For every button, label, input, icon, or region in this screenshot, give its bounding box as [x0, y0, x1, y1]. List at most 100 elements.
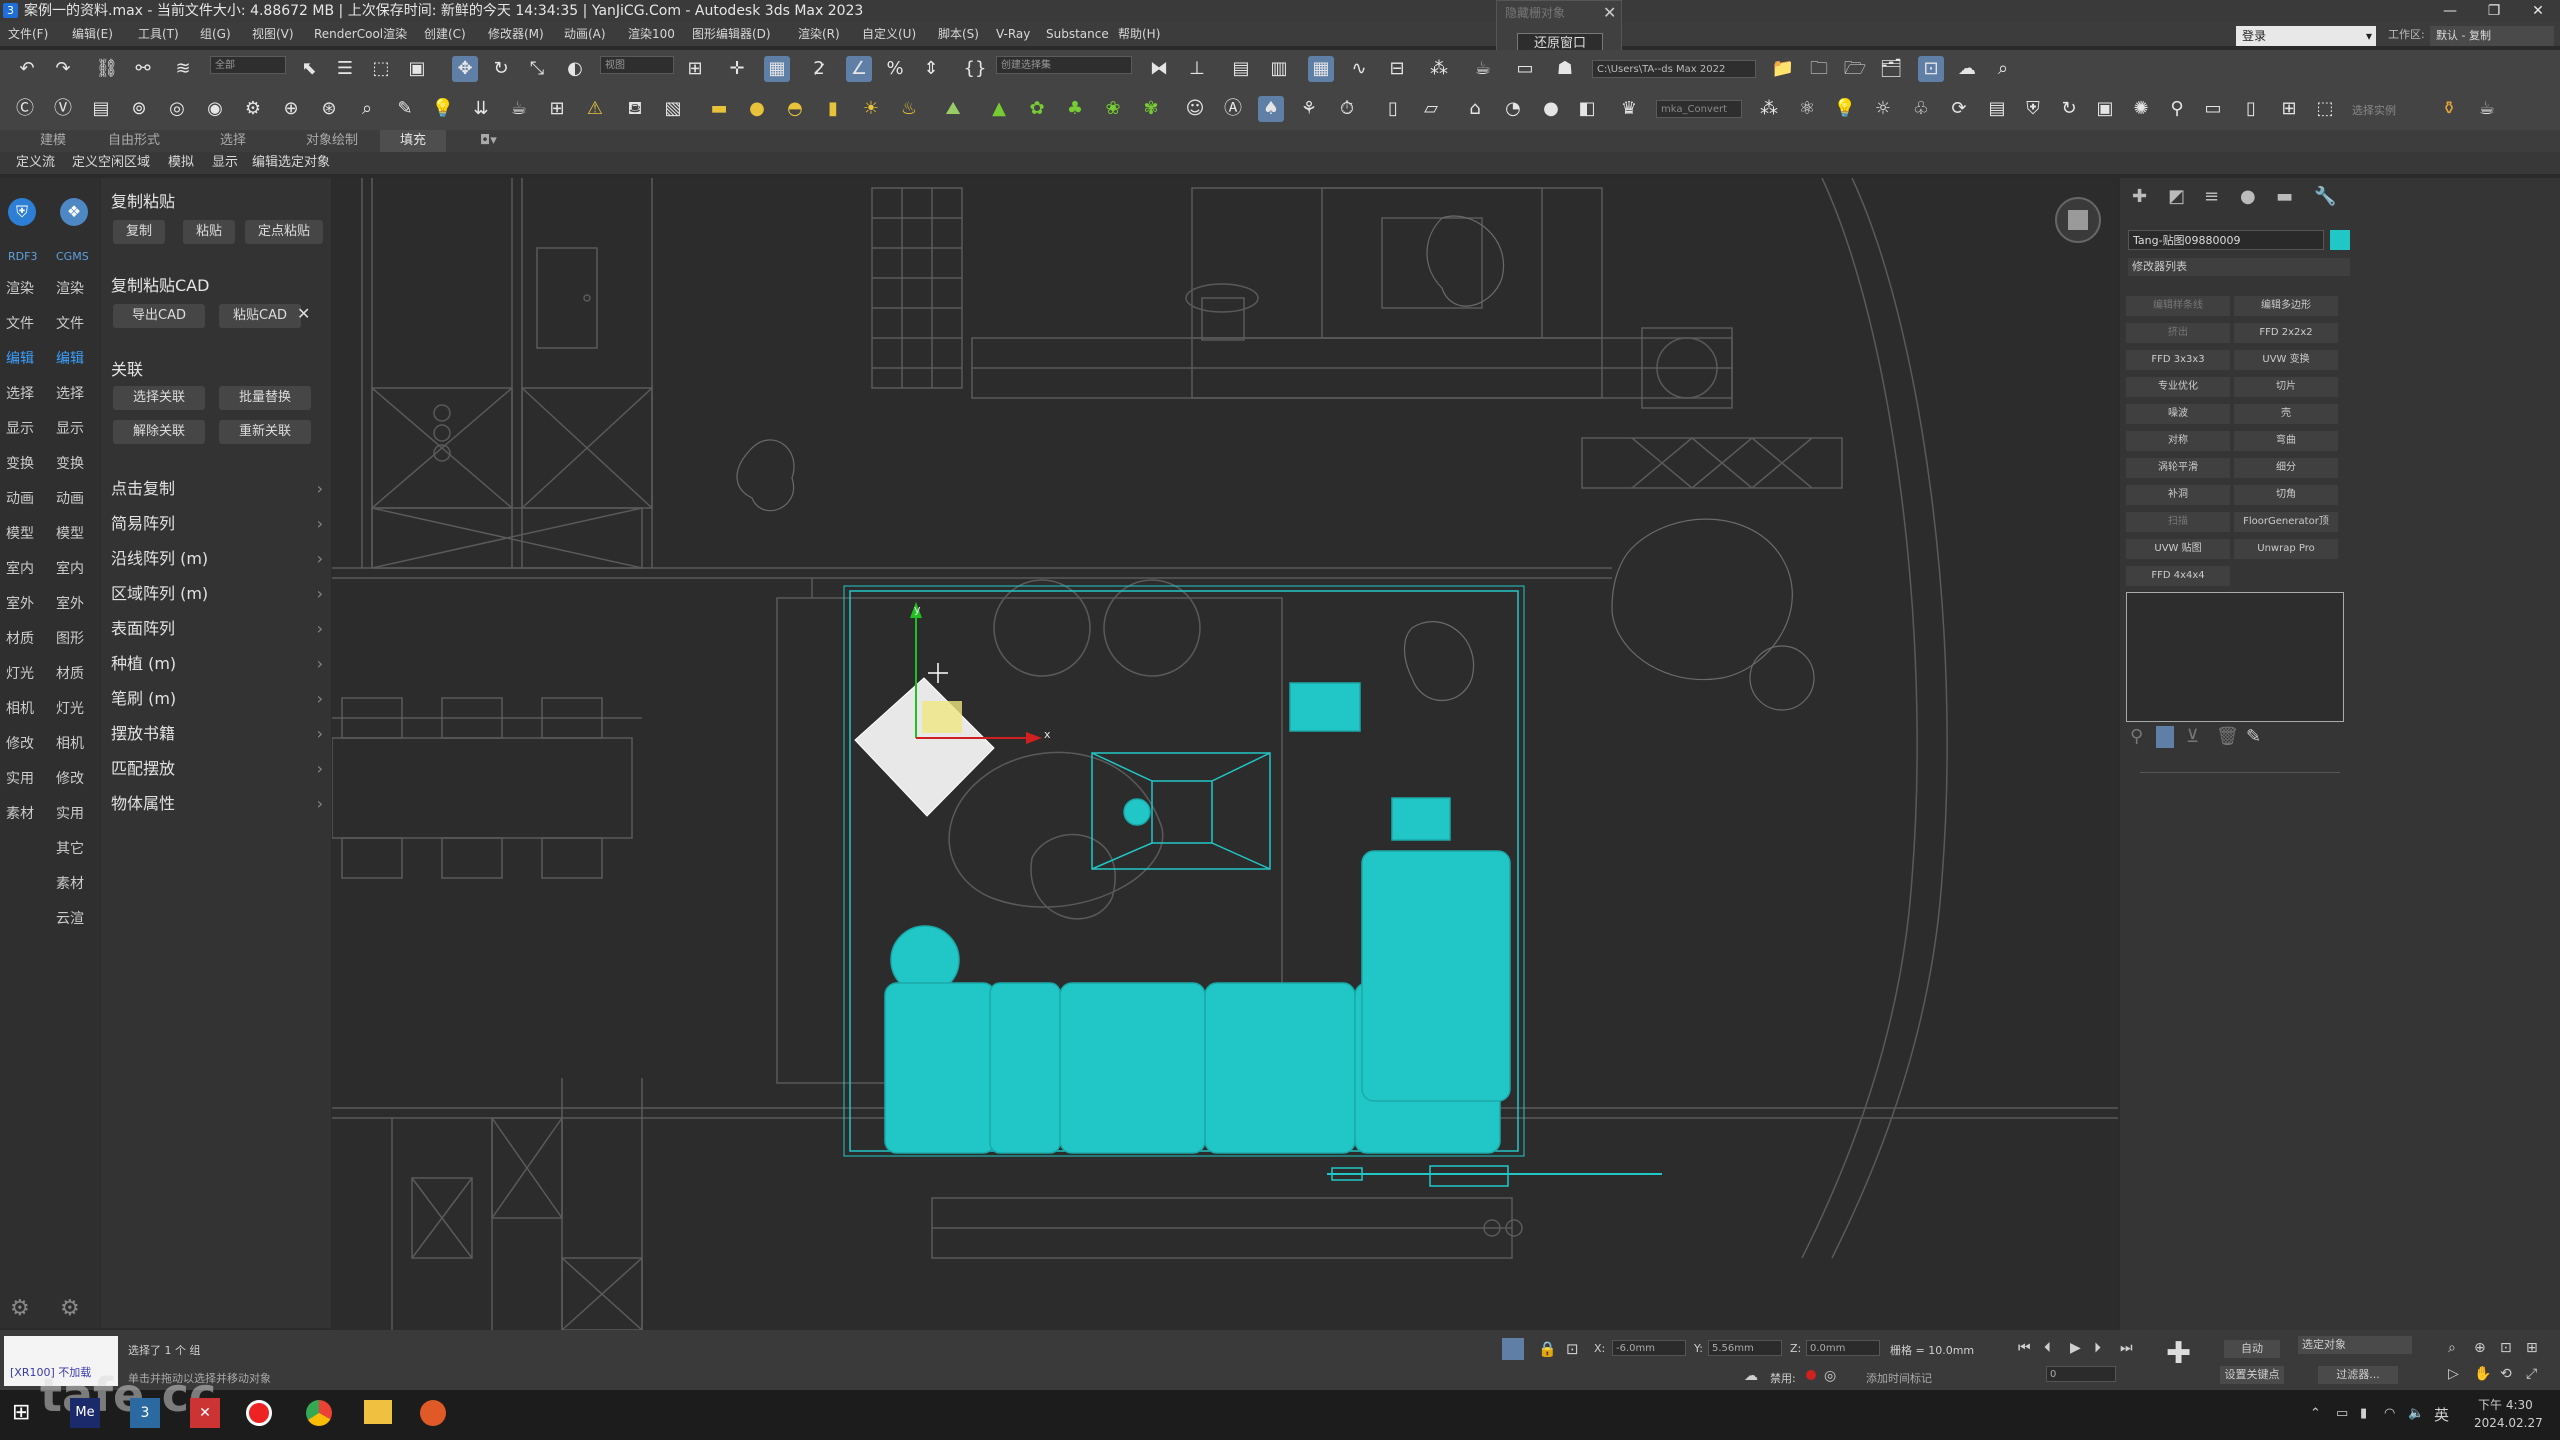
modify-tab-icon[interactable]: ◩	[2168, 186, 2185, 207]
monitor-icon[interactable]: ▣	[2092, 96, 2118, 122]
modifier-button[interactable]: UVW 变换	[2234, 350, 2338, 370]
spinner-snap-icon[interactable]: ⇕	[918, 56, 944, 82]
menu-item[interactable]: 文件(F)	[8, 22, 48, 46]
keyboard-shortcut-icon[interactable]: ▦	[764, 56, 790, 82]
modifier-button[interactable]: 扫描	[2126, 512, 2230, 532]
lock-icon[interactable]: ⛨	[2020, 96, 2046, 122]
ribbon-subtab[interactable]: 模拟	[168, 152, 194, 174]
rotate-icon[interactable]: ↻	[488, 56, 514, 82]
search-icon[interactable]: ⌕	[1990, 56, 2016, 82]
category-item[interactable]: 素材	[6, 803, 34, 823]
plugin-tool-row[interactable]: 笔刷 (m) ›	[101, 682, 331, 716]
menu-item[interactable]: 组(G)	[200, 22, 231, 46]
motion-tab-icon[interactable]: ●	[2240, 186, 2256, 207]
tray-chevron-icon[interactable]: ⌃	[2310, 1406, 2321, 1421]
viewport-layout-icon[interactable]: ⊡	[1918, 56, 1944, 82]
show-end-result-icon[interactable]	[2156, 726, 2174, 748]
menu-item[interactable]: V-Ray	[996, 22, 1030, 46]
grid-sphere-icon[interactable]: ⊛	[316, 96, 342, 122]
save-folder-icon[interactable]: 🗁	[1842, 56, 1868, 82]
shield-icon[interactable]: ⛨	[8, 198, 36, 226]
selection-filter-dropdown[interactable]: 全部	[210, 56, 286, 74]
battery-icon[interactable]: ▮	[2360, 1406, 2367, 1421]
layout-icon[interactable]: ⊞	[544, 96, 570, 122]
category-item[interactable]: 其它	[56, 838, 84, 858]
select-manipulate-icon[interactable]: ✛	[724, 56, 750, 82]
close-icon[interactable]: ✕	[297, 304, 310, 323]
isolate-selection-icon[interactable]	[1502, 1338, 1524, 1360]
cluster-icon[interactable]: ⁂	[1756, 96, 1782, 122]
configure-modifier-icon[interactable]: ✎	[2246, 726, 2261, 747]
project-folder-icon[interactable]: 📁	[1770, 56, 1796, 82]
palette-icon[interactable]: ✺	[2128, 96, 2154, 122]
menu-item[interactable]: 创建(C)	[424, 22, 466, 46]
select-by-name-icon[interactable]: ☰	[332, 56, 358, 82]
workspace-dropdown[interactable]: 默认 - 复制	[2430, 26, 2554, 46]
relink-button[interactable]: 重新关联	[219, 420, 311, 444]
layer-explorer-icon[interactable]: ▥	[1266, 56, 1292, 82]
ribbon-tab[interactable]: 选择	[220, 130, 246, 152]
sun-small-icon[interactable]: ☼	[1870, 96, 1896, 122]
firefox-icon[interactable]	[420, 1400, 446, 1426]
plugin-tool-row[interactable]: 沿线阵列 (m) ›	[101, 542, 331, 576]
category-item[interactable]: 选择	[6, 383, 34, 403]
category-item[interactable]: 室外	[56, 593, 84, 613]
zoom-extents-icon[interactable]: ⊡	[2500, 1340, 2512, 1356]
menu-item[interactable]: 修改器(M)	[488, 22, 544, 46]
dot-icon[interactable]: ●	[1538, 96, 1564, 122]
modifier-button[interactable]: 壳	[2234, 404, 2338, 424]
network-icon[interactable]: ▭	[2336, 1406, 2348, 1421]
plugin-tool-row[interactable]: 匹配摆放 ›	[101, 752, 331, 786]
record-icon[interactable]	[1806, 1370, 1816, 1380]
ribbon-tab[interactable]: 对象绘制	[306, 130, 358, 152]
plugin-tool-row[interactable]: 区域阵列 (m) ›	[101, 577, 331, 611]
copy-button[interactable]: 复制	[113, 220, 165, 244]
refresh-icon[interactable]: ⟳	[1946, 96, 1972, 122]
modifier-button[interactable]: FloorGenerator顶	[2234, 512, 2338, 532]
modifier-button[interactable]: 专业优化	[2126, 377, 2230, 397]
menu-item[interactable]: 帮助(H)	[1118, 22, 1160, 46]
vray-icon[interactable]: Ⓥ	[50, 96, 76, 122]
ribbon-subtab[interactable]: 定义流	[16, 152, 55, 174]
lock-selection-icon[interactable]: 🔒	[1538, 1340, 1557, 1358]
go-start-icon[interactable]: ⏮	[2018, 1340, 2031, 1356]
dll-icon[interactable]: ⊚	[126, 96, 152, 122]
next-frame-icon[interactable]: ⏵	[2094, 1340, 2101, 1356]
auto-key-button[interactable]: 自动	[2224, 1340, 2280, 1358]
modifier-button[interactable]: FFD 4x4x4	[2126, 566, 2230, 586]
select-link-button[interactable]: 选择关联	[113, 386, 205, 410]
window-crossing-icon[interactable]: ▣	[404, 56, 430, 82]
object-color-swatch[interactable]	[2330, 230, 2350, 250]
go-end-icon[interactable]: ⏭	[2120, 1340, 2133, 1356]
maximize-viewport-icon[interactable]: ⤢	[2526, 1366, 2537, 1382]
modifier-button[interactable]: 补洞	[2126, 485, 2230, 505]
ribbon-tab[interactable]: 自由形式	[108, 130, 160, 152]
align-icon[interactable]: ⊥	[1184, 56, 1210, 82]
category-item[interactable]: 显示	[6, 418, 34, 438]
converter-field[interactable]: mka_Convert	[1656, 100, 1742, 118]
wifi-icon[interactable]: ◠	[2384, 1406, 2395, 1421]
ribbon-toggle-icon[interactable]: ◘▾	[480, 130, 497, 152]
rect-selection-icon[interactable]: ⬚	[368, 56, 394, 82]
modifier-button[interactable]: 编辑多边形	[2234, 296, 2338, 316]
tree-small-icon[interactable]: ♧	[1908, 96, 1934, 122]
bell-icon[interactable]: ◔	[1500, 96, 1526, 122]
project-path-dropdown[interactable]: C:\Users\TA--ds Max 2022	[1592, 60, 1756, 78]
pin-stack-icon[interactable]: ⚲	[2130, 726, 2143, 747]
placement-icon[interactable]: ◐	[562, 56, 588, 82]
gear-icon[interactable]: ⚙	[240, 96, 266, 122]
category-item[interactable]: 编辑	[56, 348, 84, 368]
zoom-icon[interactable]: ⌕	[2448, 1340, 2456, 1356]
schematic-view-icon[interactable]: ⊟	[1384, 56, 1410, 82]
category-item[interactable]: 变换	[56, 453, 84, 473]
category-item[interactable]: 室外	[6, 593, 34, 613]
modifier-button[interactable]: Unwrap Pro	[2234, 539, 2338, 559]
selected-objects-dropdown[interactable]: 选定对象	[2298, 1336, 2412, 1354]
modifier-button[interactable]: 切片	[2234, 377, 2338, 397]
object-name-field[interactable]: Tang-贴图09880009	[2128, 230, 2324, 250]
sphere-icon[interactable]: ◎	[164, 96, 190, 122]
hierarchy-tab-icon[interactable]: ≡	[2204, 186, 2219, 207]
gear-outline-icon[interactable]: ⚙	[60, 1296, 80, 1321]
panel-split-icon[interactable]: ▯	[2238, 96, 2264, 122]
xmind-icon[interactable]: ✕	[190, 1398, 220, 1428]
